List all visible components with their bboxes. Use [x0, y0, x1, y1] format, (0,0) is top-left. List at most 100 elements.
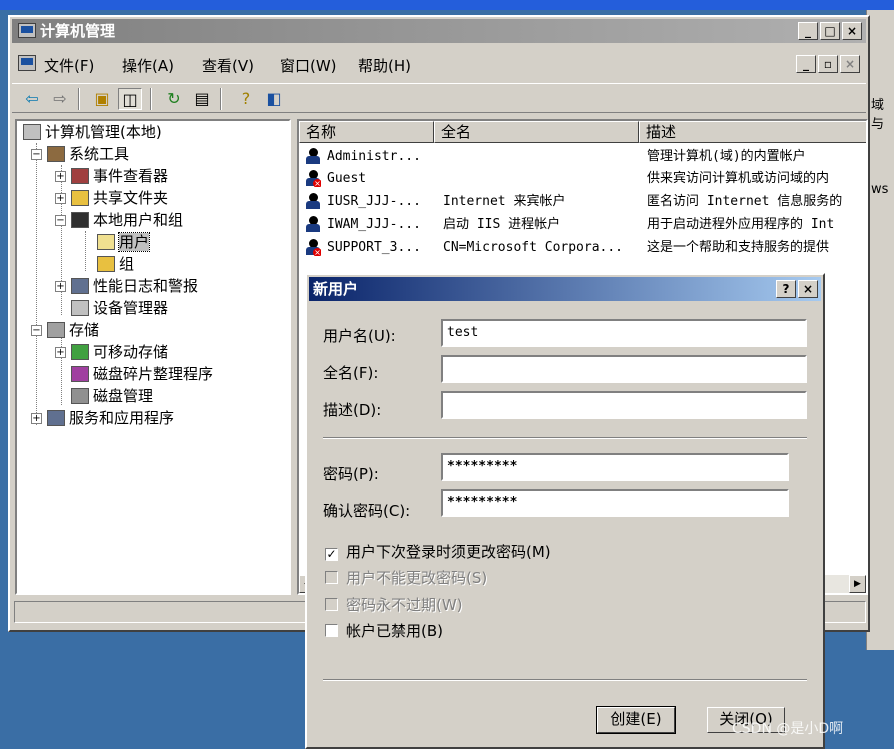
toolbar-separator — [150, 88, 152, 110]
table-row[interactable]: IUSR_JJJ-... Internet 来宾帐户 匿名访问 Internet… — [299, 190, 866, 213]
desktop-top — [0, 0, 894, 10]
menu-help[interactable]: 帮助(H) — [358, 55, 411, 76]
help-icon[interactable]: ? — [234, 88, 258, 110]
tree-local-users-groups[interactable]: 本地用户和组 — [71, 210, 183, 231]
separator — [323, 437, 807, 439]
tree-defrag[interactable]: 磁盘碎片整理程序 — [71, 364, 213, 385]
user-icon — [305, 148, 321, 165]
close-button[interactable]: × — [842, 22, 862, 40]
separator — [323, 679, 807, 681]
background-window-edge: 域与 ws — [866, 10, 894, 650]
fullname-input[interactable] — [441, 355, 807, 383]
password-label: 密码(P): — [323, 465, 379, 483]
collapse-toggle[interactable]: − — [55, 215, 66, 226]
expand-toggle[interactable]: + — [31, 413, 42, 424]
computer-icon — [18, 23, 36, 38]
column-header-fullname[interactable]: 全名 — [434, 121, 639, 143]
expand-toggle[interactable]: + — [55, 193, 66, 204]
toolbar-separator — [78, 88, 80, 110]
new-user-dialog: 新用户 ? × 用户名(U): test 全名(F): 描述(D): 密码(P)… — [305, 273, 825, 749]
users-icon — [71, 212, 89, 228]
description-input[interactable] — [441, 391, 807, 419]
toolbar: ⇦ ⇨ ▣ ◫ ↻ ▤ ? ◧ — [12, 83, 866, 113]
mdi-restore-button[interactable]: ▫ — [818, 55, 838, 73]
help-button[interactable]: ? — [776, 280, 796, 298]
disabled-user-icon: × — [305, 170, 321, 187]
menu-view[interactable]: 查看(V) — [202, 55, 254, 76]
tools-icon — [47, 146, 65, 162]
tree-root[interactable]: 计算机管理(本地) — [23, 122, 162, 143]
must-change-password-checkbox[interactable]: ✓ 用户下次登录时须更改密码(M) — [325, 541, 551, 562]
scroll-right-button[interactable]: ▶ — [849, 575, 866, 593]
menu-file[interactable]: 文件(F) — [44, 55, 94, 76]
show-tree-icon[interactable]: ◫ — [118, 88, 142, 110]
services-icon — [47, 410, 65, 426]
description-label: 描述(D): — [323, 401, 382, 419]
column-header-description[interactable]: 描述 — [639, 121, 866, 143]
shared-folder-icon — [71, 190, 89, 206]
export-icon[interactable]: ▤ — [190, 88, 214, 110]
toolbar-separator — [220, 88, 222, 110]
minimize-button[interactable]: _ — [798, 22, 818, 40]
expand-toggle[interactable]: + — [55, 281, 66, 292]
mdi-close-button[interactable]: × — [840, 55, 860, 73]
table-row[interactable]: IWAM_JJJ-... 启动 IIS 进程帐户 用于启动进程外应用程序的 In… — [299, 213, 866, 236]
tree-storage[interactable]: 存储 — [47, 320, 99, 341]
background-text-2: ws — [871, 182, 889, 197]
menu-action[interactable]: 操作(A) — [122, 55, 174, 76]
tree-disk-management[interactable]: 磁盘管理 — [71, 386, 153, 407]
expand-toggle[interactable]: + — [55, 347, 66, 358]
table-row[interactable]: × SUPPORT_3... CN=Microsoft Corpora... 这… — [299, 236, 866, 259]
back-icon[interactable]: ⇦ — [20, 88, 44, 110]
create-button[interactable]: 创建(E) — [596, 706, 676, 734]
watermark: CSDN @是小D啊 — [732, 721, 844, 737]
table-row[interactable]: × Guest 供来宾访问计算机或访问域的内 — [299, 167, 866, 190]
defrag-icon — [71, 366, 89, 382]
window-title: 计算机管理 — [40, 22, 116, 40]
forward-icon[interactable]: ⇨ — [48, 88, 72, 110]
confirm-password-label: 确认密码(C): — [323, 502, 411, 520]
table-row[interactable]: Administr... 管理计算机(域)的内置帐户 — [299, 145, 866, 168]
tree-groups[interactable]: 组 — [97, 254, 134, 275]
expand-toggle[interactable]: + — [55, 171, 66, 182]
tree-shared-folders[interactable]: 共享文件夹 — [71, 188, 168, 209]
menu-window[interactable]: 窗口(W) — [280, 55, 337, 76]
dialog-titlebar[interactable]: 新用户 ? × — [309, 277, 821, 301]
folder-icon — [97, 256, 115, 272]
username-input[interactable]: test — [441, 319, 807, 347]
confirm-password-input[interactable]: ********* — [441, 489, 789, 517]
tree-users[interactable]: 用户 — [97, 232, 151, 253]
column-header-name[interactable]: 名称 — [299, 121, 434, 143]
menu-bar: 文件(F) 操作(A) 查看(V) 窗口(W) 帮助(H) _ ▫ × — [12, 51, 866, 77]
maximize-button[interactable]: □ — [820, 22, 840, 40]
fullname-label: 全名(F): — [323, 364, 379, 382]
password-never-expires-checkbox[interactable]: 密码永不过期(W) — [325, 594, 463, 615]
view-icon[interactable]: ◧ — [262, 88, 286, 110]
password-input[interactable]: ********* — [441, 453, 789, 481]
document-icon[interactable] — [18, 55, 36, 71]
tree-services-apps[interactable]: 服务和应用程序 — [47, 408, 174, 429]
tree-perf-logs[interactable]: 性能日志和警报 — [71, 276, 198, 297]
console-tree: 计算机管理(本地) − 系统工具 + 事件查看器 + 共享文件夹 − 本地用户和… — [15, 119, 291, 595]
disabled-user-icon: × — [305, 239, 321, 256]
background-text-1: 域与 — [871, 98, 885, 132]
collapse-toggle[interactable]: − — [31, 149, 42, 160]
tree-system-tools[interactable]: 系统工具 — [47, 144, 129, 165]
removable-storage-icon — [71, 344, 89, 360]
collapse-toggle[interactable]: − — [31, 325, 42, 336]
window-titlebar[interactable]: 计算机管理 _ □ × — [12, 19, 866, 43]
tree-event-viewer[interactable]: 事件查看器 — [71, 166, 168, 187]
mdi-minimize-button[interactable]: _ — [796, 55, 816, 73]
checkmark-icon[interactable]: ✓ — [325, 548, 338, 561]
dialog-title: 新用户 — [313, 280, 359, 298]
tree-device-manager[interactable]: 设备管理器 — [71, 298, 168, 319]
username-label: 用户名(U): — [323, 327, 396, 345]
dialog-close-button[interactable]: × — [798, 280, 818, 298]
device-manager-icon — [71, 300, 89, 316]
account-disabled-checkbox[interactable]: 帐户已禁用(B) — [325, 620, 443, 641]
up-folder-icon[interactable]: ▣ — [90, 88, 114, 110]
refresh-icon[interactable]: ↻ — [162, 88, 186, 110]
disk-icon — [71, 388, 89, 404]
cannot-change-password-checkbox[interactable]: 用户不能更改密码(S) — [325, 567, 487, 588]
tree-removable-storage[interactable]: 可移动存储 — [71, 342, 168, 363]
